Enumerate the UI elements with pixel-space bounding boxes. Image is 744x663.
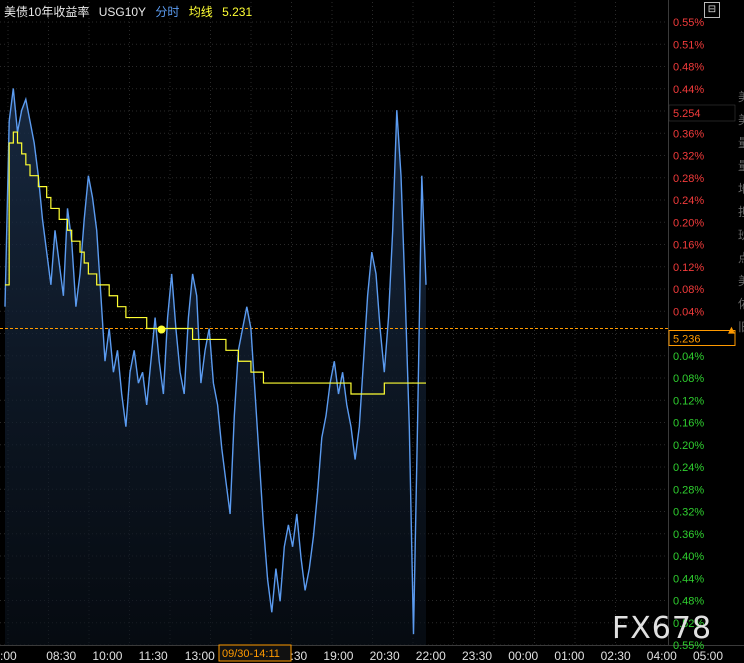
x-axis-tick-label: :00 — [0, 649, 17, 663]
y-axis-tick-label: 0.28% — [673, 173, 704, 185]
y-axis-tick-label: 0.36% — [673, 128, 704, 140]
y-axis-tick-label: 0.16% — [673, 240, 704, 252]
side-panel-glyph: 旧 — [738, 318, 744, 335]
side-panel-glyph: 佑 — [738, 295, 744, 312]
watermark-logo: FX678 — [612, 611, 713, 646]
ref-arrow-icon: ▲ — [728, 326, 735, 336]
instrument-title: 美债10年收益率 — [4, 5, 90, 19]
reference-value: 5.236 — [673, 334, 701, 346]
y-axis-tick-label: 0.20% — [673, 217, 704, 229]
x-axis-tick-label: 00:00 — [508, 649, 538, 663]
collapse-icon[interactable]: ⊟ — [704, 2, 720, 18]
y-axis-tick-label: 0.12% — [673, 395, 704, 407]
x-axis-tick-label: 23:30 — [462, 649, 492, 663]
y-axis-tick-label: 0.44% — [673, 84, 704, 96]
y-axis-tick-label: 0.32% — [673, 151, 704, 163]
highlight-point — [157, 325, 166, 334]
y-axis-tick-label: 0.48% — [673, 596, 704, 608]
y-axis-tick-label: 0.55% — [673, 17, 704, 29]
y-axis-tick-label: 0.04% — [673, 306, 704, 318]
y-axis-tick-label: 0.24% — [673, 195, 704, 207]
side-panel-glyph: 美 — [738, 272, 744, 289]
avg-value: 5.231 — [222, 5, 253, 19]
crosshair-time: 09/30-14:11 — [222, 648, 280, 660]
x-axis-tick-label: 08:30 — [46, 649, 76, 663]
intraday-chart[interactable]: 0.55% 0.51% 0.48% 0.44% 0.40% 0.36% 0.32% 0.28%… — [0, 0, 744, 663]
side-panel-glyph: 班 — [738, 226, 744, 243]
x-axis-tick-label: 20:30 — [370, 649, 400, 663]
side-panel-strip: 美美量量地担班点美佑旧 — [735, 0, 744, 663]
y-axis-tick-label: 0.20% — [673, 440, 704, 452]
mode-label: 分时 — [155, 5, 180, 19]
x-axis-tick-label: 13:00 — [185, 649, 215, 663]
side-panel-glyph: 担 — [738, 203, 744, 220]
instrument-symbol: USG10Y — [98, 5, 147, 19]
x-axis-tick-label: 02:30 — [601, 649, 631, 663]
side-panel-glyph: 量 — [738, 134, 744, 151]
chart-area[interactable]: 0.55% 0.51% 0.48% 0.44% 0.40% 0.36% 0.32% 0.28%… — [0, 0, 744, 663]
side-panel-glyph: 美 — [738, 88, 744, 105]
y-axis-tick-label: 0.28% — [673, 484, 704, 496]
y-axis-tick-label: 0.40% — [673, 551, 704, 563]
x-axis-tick-label: 05:00 — [693, 649, 723, 663]
y-axis-tick-label: 0.12% — [673, 262, 704, 274]
x-axis-tick-label: 11:30 — [139, 649, 168, 663]
x-axis-tick-label: 01:00 — [554, 649, 584, 663]
avg-label: 均线 — [188, 5, 213, 19]
y-axis-tick-label: 0.51% — [673, 39, 704, 51]
y-axis-tick-label: 0.08% — [673, 284, 704, 296]
x-axis-tick-label: 10:00 — [92, 649, 122, 663]
y-axis-tick-label: 0.16% — [673, 418, 704, 430]
y-axis-tick-label: 0.24% — [673, 462, 704, 474]
y-axis-tick-label: 0.36% — [673, 529, 704, 541]
side-panel-glyph: 点 — [738, 249, 744, 266]
x-axis-tick-label: 22:00 — [416, 649, 446, 663]
y-axis-tick-label: 0.08% — [673, 373, 704, 385]
y-axis-tick-label: 0.04% — [673, 351, 704, 363]
y-axis-tick-label: 0.48% — [673, 62, 704, 74]
x-axis-tick-label: 19:00 — [323, 649, 353, 663]
side-panel-glyph: 量 — [738, 157, 744, 174]
marker-value: 5.254 — [673, 108, 701, 120]
y-axis-tick-label: 0.32% — [673, 507, 704, 519]
side-panel-glyph: 地 — [738, 180, 744, 197]
chart-header: 美债10年收益率 USG10Y 分时 均线 5.231 — [4, 3, 258, 21]
side-panel-glyph: 美 — [738, 111, 744, 128]
y-axis-tick-label: 0.44% — [673, 573, 704, 585]
x-axis-tick-label: 04:00 — [647, 649, 677, 663]
